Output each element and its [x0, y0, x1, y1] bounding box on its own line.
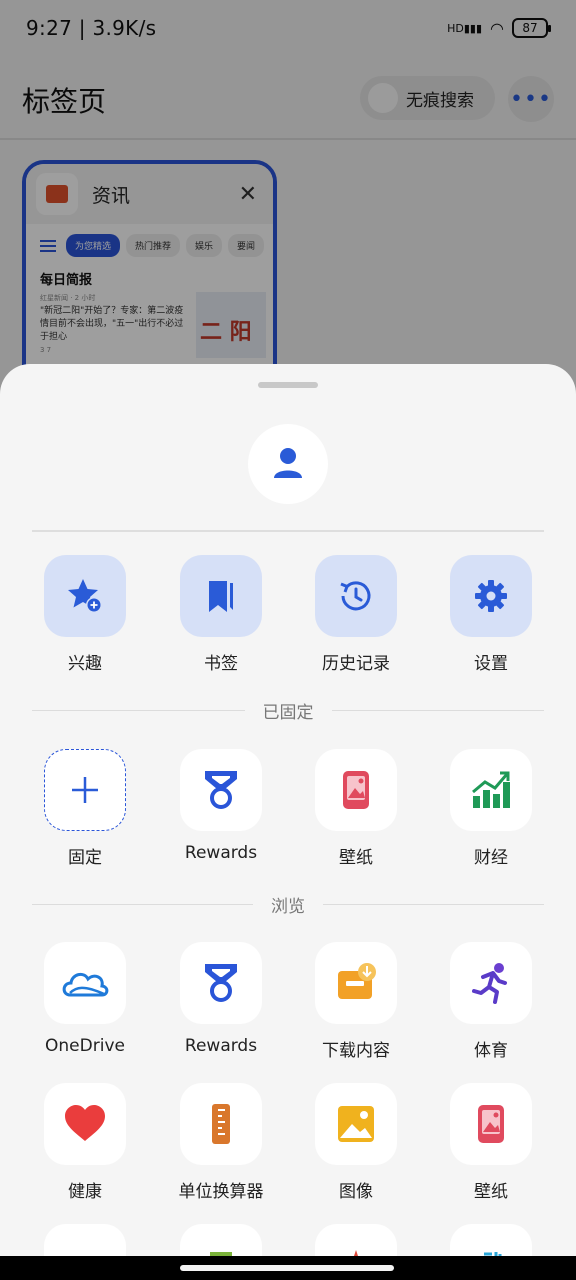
medal-icon — [205, 771, 237, 809]
browse-item-label: 健康 — [68, 1182, 102, 1202]
browse-item-unit-converter[interactable]: 单位换算器 — [151, 1083, 291, 1202]
bottom-sheet: 兴趣 书签 历史记录 设置 已固定 固定 Rewards 壁纸 财经 浏览 On… — [0, 364, 576, 1280]
image-icon — [338, 1106, 374, 1142]
quick-action-label: 兴趣 — [68, 654, 102, 674]
pinned-item-finance[interactable]: 财经 — [421, 749, 561, 868]
browse-item-label: 单位换算器 — [178, 1182, 264, 1202]
bookmark-icon — [209, 581, 233, 612]
ruler-icon — [212, 1104, 230, 1144]
quick-action-history[interactable]: 历史记录 — [286, 555, 426, 674]
browse-item-wallpaper[interactable]: 壁纸 — [421, 1083, 561, 1202]
browse-item-health[interactable]: 健康 — [15, 1083, 155, 1202]
medal-icon — [205, 964, 237, 1002]
pinned-item-label: Rewards — [184, 843, 258, 863]
browse-item-label: 下载内容 — [322, 1041, 390, 1061]
browse-item-rewards[interactable]: Rewards — [151, 942, 291, 1056]
browse-item-images[interactable]: 图像 — [286, 1083, 426, 1202]
pinned-item-label: 财经 — [474, 848, 508, 868]
quick-action-label: 历史记录 — [322, 654, 390, 674]
browse-item-downloads[interactable]: 下载内容 — [286, 942, 426, 1061]
sheet-divider — [32, 530, 544, 532]
browse-item-onedrive[interactable]: OneDrive — [15, 942, 155, 1056]
runner-icon — [472, 963, 507, 1004]
pinned-item-rewards[interactable]: Rewards — [151, 749, 291, 863]
quick-action-label: 书签 — [204, 654, 238, 674]
star-add-icon — [68, 579, 102, 613]
wallpaper-icon — [343, 771, 369, 809]
finance-chart-icon — [472, 771, 510, 808]
quick-action-bookmarks[interactable]: 书签 — [151, 555, 291, 674]
plus-icon — [72, 777, 98, 803]
cloud-icon — [62, 972, 109, 997]
pinned-item-label: 壁纸 — [339, 848, 373, 868]
download-box-icon — [338, 963, 376, 999]
quick-action-settings[interactable]: 设置 — [421, 555, 561, 674]
browse-section-header: 浏览 — [32, 892, 544, 917]
browse-item-label: 图像 — [339, 1182, 373, 1202]
drag-handle[interactable] — [258, 382, 318, 388]
pin-add-button[interactable]: 固定 — [15, 749, 155, 868]
home-indicator[interactable] — [180, 1265, 394, 1271]
pinned-item-wallpaper[interactable]: 壁纸 — [286, 749, 426, 868]
quick-action-interests[interactable]: 兴趣 — [15, 555, 155, 674]
person-icon — [274, 448, 302, 478]
browse-item-label: 体育 — [474, 1041, 508, 1061]
quick-action-label: 设置 — [474, 654, 508, 674]
browse-item-label: Rewards — [184, 1036, 258, 1056]
browse-item-label: 壁纸 — [474, 1182, 508, 1202]
gear-icon — [475, 580, 507, 612]
pinned-item-label: 固定 — [68, 848, 102, 868]
heart-icon — [65, 1105, 105, 1141]
history-icon — [340, 581, 371, 611]
pinned-section-header: 已固定 — [32, 698, 544, 723]
browse-item-label: OneDrive — [45, 1036, 125, 1056]
profile-avatar-button[interactable] — [248, 424, 328, 504]
wallpaper-icon — [478, 1105, 504, 1143]
pinned-section-title: 已固定 — [262, 702, 314, 723]
browse-item-sports[interactable]: 体育 — [421, 942, 561, 1061]
browse-section-title: 浏览 — [271, 896, 305, 917]
gesture-navigation-bar — [0, 1256, 576, 1280]
